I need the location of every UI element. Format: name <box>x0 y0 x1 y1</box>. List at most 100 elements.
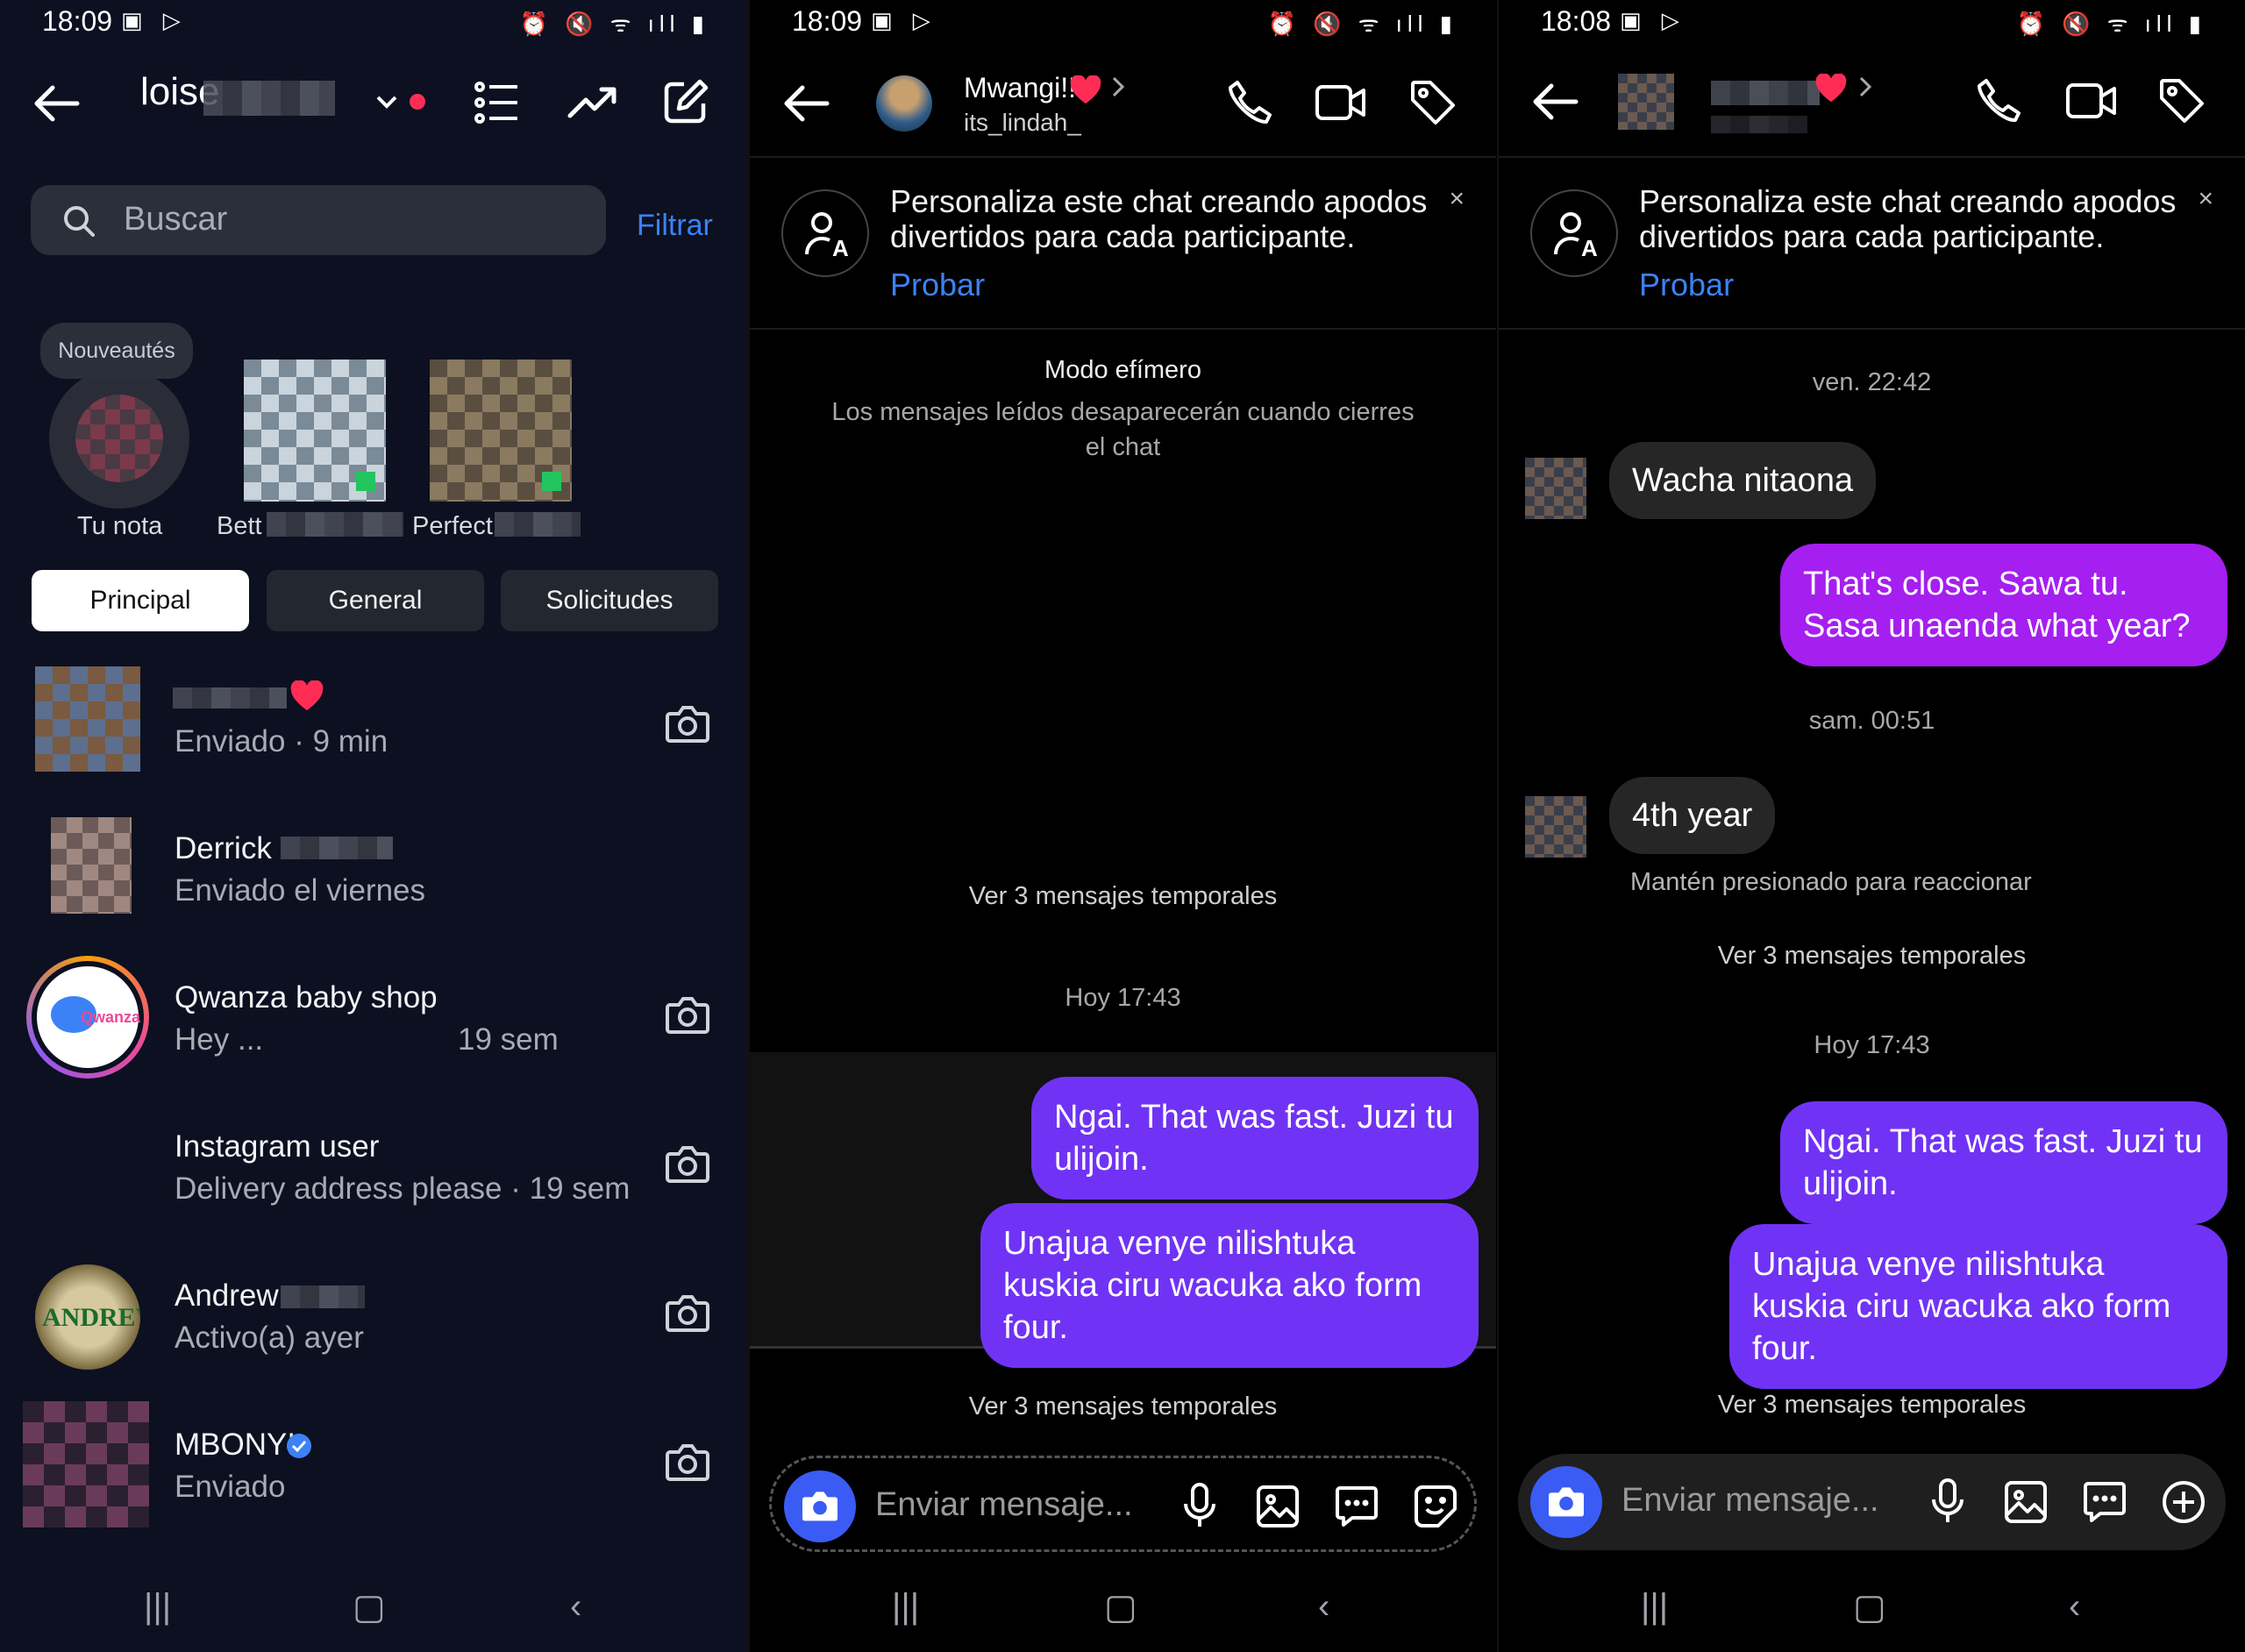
message-bubble-outgoing[interactable]: That's close. Sawa tu. Sasa unaenda what… <box>1780 544 2227 666</box>
thread-name: Andrew <box>175 1278 279 1313</box>
avatar <box>23 1401 149 1527</box>
online-indicator <box>542 472 561 491</box>
message-input-placeholder[interactable]: Enviar mensaje... <box>875 1486 1133 1524</box>
avatar <box>51 817 132 914</box>
sticker-icon[interactable] <box>1414 1485 1457 1528</box>
chevron-down-icon[interactable] <box>375 95 398 110</box>
chevron-right-icon[interactable] <box>1858 75 1872 98</box>
timestamp: Hoy 17:43 <box>1814 1031 1930 1059</box>
thread-row[interactable]: Enviado · 9 min <box>0 649 748 798</box>
video-call-icon[interactable] <box>2065 81 2118 121</box>
tab-requests[interactable]: Solicitudes <box>501 570 718 631</box>
avatar[interactable] <box>876 75 932 132</box>
chat-panel-ephemeral: 18:09 ▣ ▷ ⏰ 🔇 ᯤ ıll ▮ Mwangi!! its_linda… <box>748 0 1496 1652</box>
search-input[interactable]: Buscar <box>31 185 606 255</box>
recents-button[interactable]: ||| <box>144 1587 171 1627</box>
banner-try-link[interactable]: Probar <box>890 267 985 303</box>
my-note-avatar[interactable] <box>49 368 189 509</box>
camera-icon[interactable] <box>665 994 710 1035</box>
avatar[interactable] <box>1618 74 1674 130</box>
message-bubble-incoming[interactable]: Wacha nitaona <box>1609 442 1877 519</box>
recents-button[interactable]: ||| <box>892 1587 919 1627</box>
thread-name: MBONYI <box>175 1428 296 1462</box>
video-call-icon[interactable] <box>1315 82 1367 123</box>
avatar <box>1525 458 1586 519</box>
phone-icon[interactable] <box>1976 77 2023 125</box>
message-bubble-outgoing[interactable]: Ngai. That was fast. Juzi tu ulijoin. <box>1780 1101 2227 1224</box>
thread-row[interactable]: Instagram user Delivery address please ·… <box>0 1096 748 1245</box>
see-temporary-messages[interactable]: Ver 3 mensajes temporales <box>1499 1391 2245 1420</box>
tab-principal[interactable]: Principal <box>32 570 249 631</box>
gallery-icon[interactable] <box>2004 1480 2048 1524</box>
ephemeral-title: Modo efímero <box>1044 356 1201 384</box>
tab-general[interactable]: General <box>267 570 484 631</box>
status-time: 18:09 <box>42 5 113 37</box>
chat-title[interactable]: Mwangi!! <box>964 72 1076 104</box>
close-icon[interactable]: × <box>2198 184 2213 214</box>
system-status-icons: ⏰ 🔇 ᯤ ıll ▮ <box>2016 11 2206 37</box>
back-button[interactable]: ‹ <box>2069 1587 2080 1627</box>
note-bubble[interactable]: Nouveautés <box>40 323 193 379</box>
quick-reply-icon[interactable] <box>2083 1480 2127 1524</box>
camera-icon[interactable] <box>665 1143 710 1184</box>
thread-subtitle: Enviado el viernes <box>175 873 425 908</box>
phone-icon[interactable] <box>1227 79 1274 126</box>
message-bubble-outgoing[interactable]: Ngai. That was fast. Juzi tu ulijoin. <box>1031 1077 1479 1200</box>
back-arrow-icon[interactable] <box>1530 82 1579 121</box>
avatar <box>35 666 140 772</box>
trending-icon[interactable] <box>567 82 617 121</box>
see-temporary-messages[interactable]: Ver 3 mensajes temporales <box>1499 942 2245 971</box>
notification-icons: ▣ ▷ <box>1620 7 1686 33</box>
story-label: Bett <box>217 512 262 540</box>
inbox-panel: 18:09 ▣ ▷ ⏰ 🔇 ᯤ ıll ▮ loise Buscar Filtr… <box>0 0 748 1652</box>
message-composer[interactable]: Enviar mensaje... <box>1518 1454 2226 1550</box>
status-bar: 18:09 ▣ ▷ ⏰ 🔇 ᯤ ıll ▮ <box>750 0 1496 46</box>
thread-row[interactable]: Derrick Enviado el viernes <box>0 798 748 947</box>
back-button[interactable]: ‹ <box>570 1587 581 1627</box>
microphone-icon[interactable] <box>1182 1483 1217 1530</box>
gallery-icon[interactable] <box>1256 1485 1300 1528</box>
status-bar: 18:09 ▣ ▷ ⏰ 🔇 ᯤ ıll ▮ <box>0 0 748 46</box>
camera-button[interactable] <box>1530 1466 1602 1538</box>
microphone-icon[interactable] <box>1930 1478 1965 1526</box>
online-indicator <box>356 472 375 491</box>
filter-link[interactable]: Filtrar <box>637 209 713 243</box>
thread-row[interactable]: MBONYI Enviado <box>0 1394 748 1543</box>
quick-reply-icon[interactable] <box>1335 1485 1379 1528</box>
see-temporary-messages[interactable]: Ver 3 mensajes temporales <box>750 882 1496 911</box>
camera-icon[interactable] <box>665 1442 710 1482</box>
message-bubble-outgoing[interactable]: Unajua venye nilishtuka kuskia ciru wacu… <box>980 1203 1479 1368</box>
home-button[interactable]: ▢ <box>1853 1587 1886 1627</box>
close-icon[interactable]: × <box>1449 184 1465 214</box>
home-button[interactable]: ▢ <box>1104 1587 1137 1627</box>
list-icon[interactable] <box>474 79 521 126</box>
thread-row[interactable]: ANDREW Andrew Activo(a) ayer <box>0 1245 748 1394</box>
message-bubble-incoming[interactable]: 4th year <box>1609 777 1776 854</box>
camera-icon[interactable] <box>665 1292 710 1333</box>
recents-button[interactable]: ||| <box>1641 1587 1668 1627</box>
thread-row[interactable]: Qwanza Qwanza baby shop Hey ... 19 sem <box>0 947 748 1096</box>
back-arrow-icon[interactable] <box>781 84 830 123</box>
heart-icon <box>1070 75 1101 104</box>
message-composer[interactable]: Enviar mensaje... <box>769 1456 1477 1552</box>
new-message-icon[interactable] <box>661 77 710 126</box>
banner-try-link[interactable]: Probar <box>1639 267 1734 303</box>
tag-icon[interactable] <box>1409 79 1457 126</box>
chevron-right-icon[interactable] <box>1111 75 1125 98</box>
search-icon <box>64 206 95 237</box>
see-temporary-messages[interactable]: Ver 3 mensajes temporales <box>750 1392 1496 1421</box>
back-arrow-icon[interactable] <box>32 84 81 123</box>
thread-time: 19 sem <box>458 1022 559 1057</box>
back-button[interactable]: ‹ <box>1318 1587 1329 1627</box>
message-input-placeholder[interactable]: Enviar mensaje... <box>1621 1482 1879 1520</box>
add-icon[interactable] <box>2162 1480 2206 1524</box>
svg-text:A: A <box>1581 235 1598 260</box>
home-button[interactable]: ▢ <box>353 1587 386 1627</box>
camera-button[interactable] <box>784 1470 856 1542</box>
redacted-name <box>281 1285 365 1308</box>
thread-name: Qwanza baby shop <box>175 980 438 1015</box>
camera-icon[interactable] <box>665 703 710 744</box>
message-bubble-outgoing[interactable]: Unajua venye nilishtuka kuskia ciru wacu… <box>1729 1224 2227 1389</box>
svg-text:A: A <box>832 235 849 260</box>
tag-icon[interactable] <box>2158 77 2206 125</box>
